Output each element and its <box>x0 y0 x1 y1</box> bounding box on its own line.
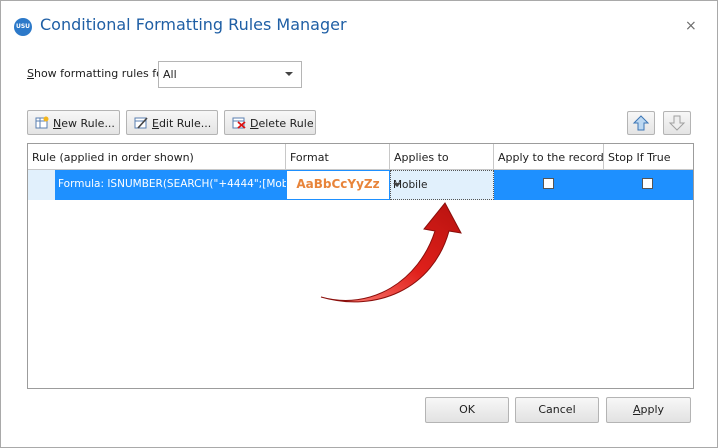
apply-to-record-cell <box>494 170 604 200</box>
move-down-icon <box>668 115 686 131</box>
delete-rule-icon <box>232 117 246 129</box>
close-icon[interactable]: × <box>685 18 697 34</box>
dropdown-arrow-icon <box>393 183 401 187</box>
dialog-title: Conditional Formatting Rules Manager <box>40 15 347 34</box>
annotation-arrow-icon <box>320 202 462 303</box>
delete-rule-button[interactable]: Delete Rule <box>224 110 316 135</box>
move-up-icon <box>632 115 650 131</box>
column-header-applies-to[interactable]: Applies to <box>390 144 494 170</box>
column-header-rule[interactable]: Rule (applied in order shown) <box>28 144 286 170</box>
column-header-format[interactable]: Format <box>286 144 390 170</box>
column-header-stop-if-true[interactable]: Stop If True <box>604 144 693 170</box>
edit-rule-icon <box>134 117 148 129</box>
dialog-window: USU Conditional Formatting Rules Manager… <box>0 0 718 448</box>
show-rules-value: All <box>163 68 177 81</box>
rule-cell[interactable]: Formula: ISNUMBER(SEARCH("+4444";[Mobile… <box>55 170 286 200</box>
row-indicator[interactable] <box>28 170 55 200</box>
edit-rule-button[interactable]: Edit Rule... <box>126 110 218 135</box>
new-rule-button[interactable]: New Rule... <box>27 110 120 135</box>
stop-if-true-checkbox[interactable] <box>642 178 653 189</box>
show-rules-dropdown[interactable]: All <box>158 61 302 88</box>
new-rule-icon <box>35 116 49 129</box>
dropdown-arrow-icon <box>285 72 293 76</box>
column-header-apply-to-record[interactable]: Apply to the record <box>494 144 604 170</box>
cancel-button[interactable]: Cancel <box>515 397 599 423</box>
show-rules-label: Show formatting rules for: <box>27 67 171 80</box>
stop-if-true-cell <box>604 170 693 200</box>
move-up-button[interactable] <box>627 111 655 135</box>
title-bar: USU Conditional Formatting Rules Manager… <box>1 1 717 53</box>
apply-button[interactable]: Apply <box>606 397 691 423</box>
move-down-button[interactable] <box>663 111 691 135</box>
ok-button[interactable]: OK <box>425 397 509 423</box>
apply-to-record-checkbox[interactable] <box>543 178 554 189</box>
app-logo-icon: USU <box>14 18 32 36</box>
